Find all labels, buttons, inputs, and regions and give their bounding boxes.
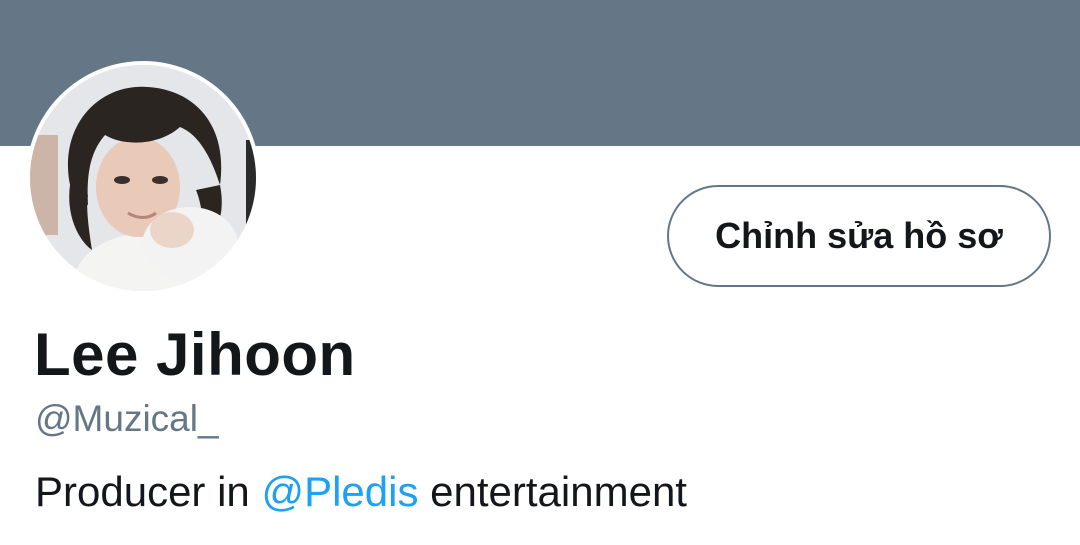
avatar[interactable] xyxy=(30,65,256,291)
edit-profile-button[interactable]: Chỉnh sửa hồ sơ xyxy=(667,185,1051,287)
bio-prefix: Producer in xyxy=(35,468,262,515)
profile-header: Chỉnh sửa hồ sơ Lee Jihoon @Muzical_ Pro… xyxy=(0,0,1080,545)
edit-profile-button-label: Chỉnh sửa hồ sơ xyxy=(715,215,1003,256)
display-name: Lee Jihoon xyxy=(34,321,356,388)
profile-bio: Producer in @Pledis entertainment xyxy=(35,464,687,520)
bio-mention-link[interactable]: @Pledis xyxy=(261,468,418,515)
user-handle: @Muzical_ xyxy=(35,398,219,439)
avatar-border xyxy=(26,61,260,295)
avatar-photo xyxy=(30,65,256,291)
bio-suffix: entertainment xyxy=(418,468,687,515)
